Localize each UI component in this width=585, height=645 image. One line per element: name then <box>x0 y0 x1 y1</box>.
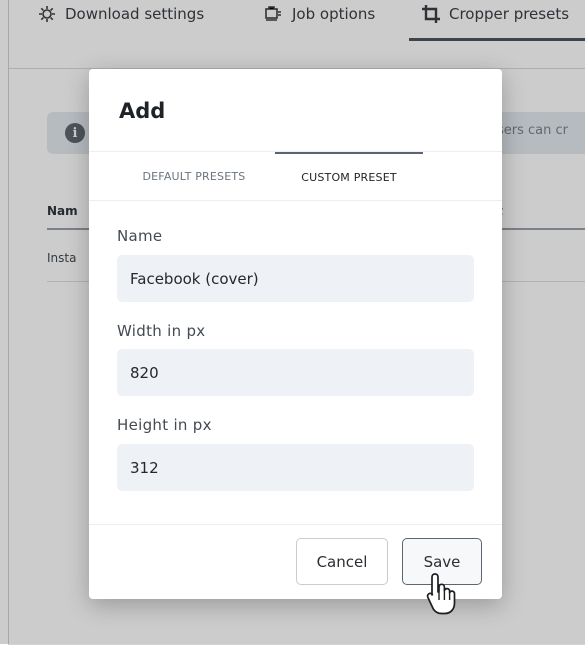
dialog-tabs: DEFAULT PRESETS CUSTOM PRESET <box>89 151 502 201</box>
footer-divider <box>89 524 502 525</box>
tab-custom-preset[interactable]: CUSTOM PRESET <box>275 152 423 200</box>
height-field[interactable] <box>117 444 474 491</box>
add-preset-dialog: Add DEFAULT PRESETS CUSTOM PRESET Name W… <box>89 69 502 599</box>
width-label: Width in px <box>117 322 206 340</box>
hand-cursor-icon <box>426 573 456 615</box>
width-field[interactable] <box>117 349 474 396</box>
name-label: Name <box>117 227 163 245</box>
cancel-button[interactable]: Cancel <box>296 538 388 585</box>
tab-default-presets[interactable]: DEFAULT PRESETS <box>119 152 269 200</box>
dialog-title: Add <box>119 99 166 123</box>
height-label: Height in px <box>117 416 212 434</box>
name-field[interactable] <box>117 255 474 302</box>
